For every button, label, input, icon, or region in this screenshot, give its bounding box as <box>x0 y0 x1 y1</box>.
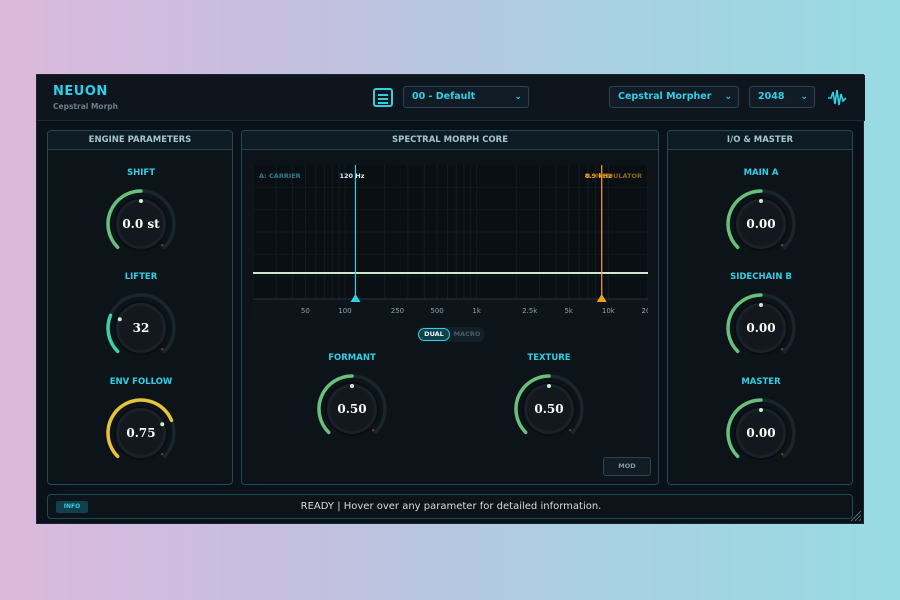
dual-macro-toggle[interactable]: DUAL MACRO <box>417 327 485 342</box>
modulator-marker-handle <box>596 294 607 302</box>
lifter-knob[interactable]: 32 <box>103 290 179 366</box>
engine-panel-title: ENGINE PARAMETERS <box>48 131 232 150</box>
frequency-tick-label: 2.5k <box>522 307 538 315</box>
status-text: READY | Hover over any parameter for det… <box>300 501 602 512</box>
lifter-label: LIFTER <box>124 272 158 282</box>
main-a-label: MAIN A <box>743 168 779 178</box>
dual-button[interactable]: DUAL <box>418 328 450 341</box>
main-a-knob[interactable]: 0.00 <box>723 186 799 262</box>
fft-size-value: 2048 <box>758 91 785 102</box>
plugin-window: NEUON Cepstral Morph 00 - Default ⌄ Ceps… <box>36 74 865 524</box>
sidechain-b-knob[interactable]: 0.00 <box>723 290 799 366</box>
env-follow-knob[interactable]: 0.75 <box>103 395 179 471</box>
brand: NEUON Cepstral Morph <box>53 84 118 111</box>
master-value: 0.00 <box>746 426 776 440</box>
io-panel-title: I/O & MASTER <box>668 131 852 150</box>
carrier-marker-handle <box>350 294 361 302</box>
mode-dropdown[interactable]: Cepstral Morpher ⌄ <box>609 86 739 108</box>
carrier-frequency-readout: 120 Hz <box>339 172 365 180</box>
preset-dropdown-value: 00 - Default <box>412 91 476 102</box>
chevron-down-icon: ⌄ <box>724 92 732 102</box>
frequency-tick-label: 5k <box>564 307 573 315</box>
status-bar: INFO READY | Hover over any parameter fo… <box>47 494 853 519</box>
shift-value: 0.0 st <box>122 217 160 231</box>
texture-label: TEXTURE <box>527 353 571 363</box>
frequency-tick-label: 20k <box>641 307 648 315</box>
master-knob[interactable]: 0.00 <box>723 395 799 471</box>
brand-subtitle: Cepstral Morph <box>53 102 118 111</box>
main-a-value: 0.00 <box>746 217 776 231</box>
shift-knob[interactable]: 0.0 st <box>103 186 179 262</box>
spectrum-plot <box>253 165 648 319</box>
macro-button[interactable]: MACRO <box>452 328 482 341</box>
sidechain-b-value: 0.00 <box>746 321 776 335</box>
frequency-tick-label: 10k <box>601 307 615 315</box>
mode-dropdown-value: Cepstral Morpher <box>618 91 712 102</box>
frequency-tick-label: 500 <box>430 307 444 315</box>
formant-label: FORMANT <box>328 353 376 363</box>
sidechain-b-label: SIDECHAIN B <box>730 272 792 282</box>
master-label: MASTER <box>741 377 781 387</box>
engine-parameters-panel: ENGINE PARAMETERS SHIFT 0.0 st LIFTER 32… <box>47 130 233 485</box>
fft-size-dropdown[interactable]: 2048 ⌄ <box>749 86 815 108</box>
io-master-panel: I/O & MASTER MAIN A 0.00 SIDECHAIN B 0.0… <box>667 130 853 485</box>
frequency-tick-label: 50 <box>300 307 310 315</box>
frequency-tick-label: 100 <box>338 307 352 315</box>
shift-label: SHIFT <box>126 168 155 178</box>
spectrum-graph[interactable]: A: CARRIER B: MODULATOR 120 Hz 8.9 kHz 5… <box>253 165 648 319</box>
spectral-morph-core-panel: SPECTRAL MORPH CORE A: CARRIER B: MODULA… <box>241 130 659 485</box>
carrier-label: A: CARRIER <box>259 172 301 180</box>
chevron-down-icon: ⌄ <box>800 92 808 102</box>
env-follow-value: 0.75 <box>126 426 156 440</box>
texture-value: 0.50 <box>534 402 564 416</box>
resize-handle-icon[interactable] <box>848 508 862 522</box>
frequency-tick-label: 250 <box>390 307 405 315</box>
modulator-frequency-readout: 8.9 kHz <box>584 172 613 180</box>
formant-value: 0.50 <box>337 402 367 416</box>
env-follow-label: ENV FOLLOW <box>109 377 173 387</box>
texture-knob[interactable]: 0.50 <box>511 371 587 447</box>
header-bar: NEUON Cepstral Morph 00 - Default ⌄ Ceps… <box>37 75 865 121</box>
lifter-value: 32 <box>132 321 150 335</box>
waveform-icon[interactable] <box>827 88 847 108</box>
preset-dropdown[interactable]: 00 - Default ⌄ <box>403 86 529 108</box>
formant-knob[interactable]: 0.50 <box>314 371 390 447</box>
chevron-down-icon: ⌄ <box>514 92 522 102</box>
mod-button[interactable]: MOD <box>603 457 651 476</box>
brand-name: NEUON <box>53 84 108 99</box>
frequency-tick-label: 1k <box>472 307 481 315</box>
preset-browser-icon[interactable] <box>373 88 393 107</box>
core-panel-title: SPECTRAL MORPH CORE <box>242 131 658 150</box>
